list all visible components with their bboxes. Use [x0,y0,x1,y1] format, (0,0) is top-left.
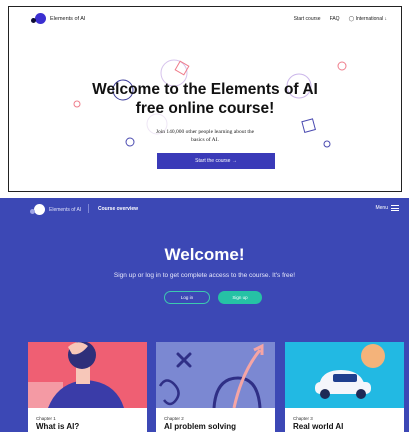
chapter-card-2[interactable]: Chapter 2 AI problem solving [156,342,275,432]
start-course-button[interactable]: Start the course → [157,153,275,169]
chapter-card-1[interactable]: Chapter 1 What is AI? [28,342,147,432]
landing-screenshot: Elements of AI Start course FAQ ◯ Intern… [8,6,402,192]
menu-label: Menu [375,205,388,211]
overview-logo[interactable]: Elements of AI [30,204,82,215]
logo-text: Elements of AI [49,206,82,213]
course-overview-link[interactable]: Course overview [98,206,138,212]
chapter3-illustration [285,342,404,408]
chapter2-label: Chapter 2 [164,416,184,421]
chapter1-title: What is AI? [36,422,80,431]
nav-divider [88,204,89,213]
welcome-heading: Welcome! [164,245,245,264]
deco-circle-small-right [337,61,347,71]
chapter1-label: Chapter 1 [36,416,56,421]
landing-subtitle: Join 140,000 other people learning about… [9,128,401,144]
signup-prompt: Sign up or log in to get complete access… [113,272,296,279]
chapter2-title: AI problem solving [164,422,237,431]
chapter-card-3[interactable]: Chapter 3 Real world AI [285,342,404,432]
chapter1-card-body: Chapter 1 What is AI? [28,408,147,432]
landing-title-line2: free online course! [135,100,275,117]
overview-top-nav: Elements of AI Course overview Menu [0,198,409,218]
signup-button[interactable]: Sign up [218,291,262,304]
hamburger-icon [391,205,399,211]
chapter2-card-body: Chapter 2 AI problem solving [156,408,275,432]
chapter1-illustration [28,342,147,408]
landing-title: Welcome to the Elements of AI free onlin… [9,80,401,118]
chapter3-title: Real world AI [293,422,344,431]
landing-subtitle-line2: basics of AI. [191,137,219,143]
chapter3-label: Chapter 3 [293,416,313,421]
landing-subtitle-line1: Join 140,000 other people learning about… [155,129,255,135]
chapter3-card-body: Chapter 3 Real world AI [285,408,404,432]
menu-button[interactable]: Menu [375,205,399,211]
logo-icon [30,204,45,215]
landing-title-line1: Welcome to the Elements of AI [92,81,318,98]
chapter2-illustration [156,342,275,408]
overview-screenshot: Elements of AI Course overview Menu Welc… [0,198,409,432]
login-button[interactable]: Log in [164,291,210,304]
